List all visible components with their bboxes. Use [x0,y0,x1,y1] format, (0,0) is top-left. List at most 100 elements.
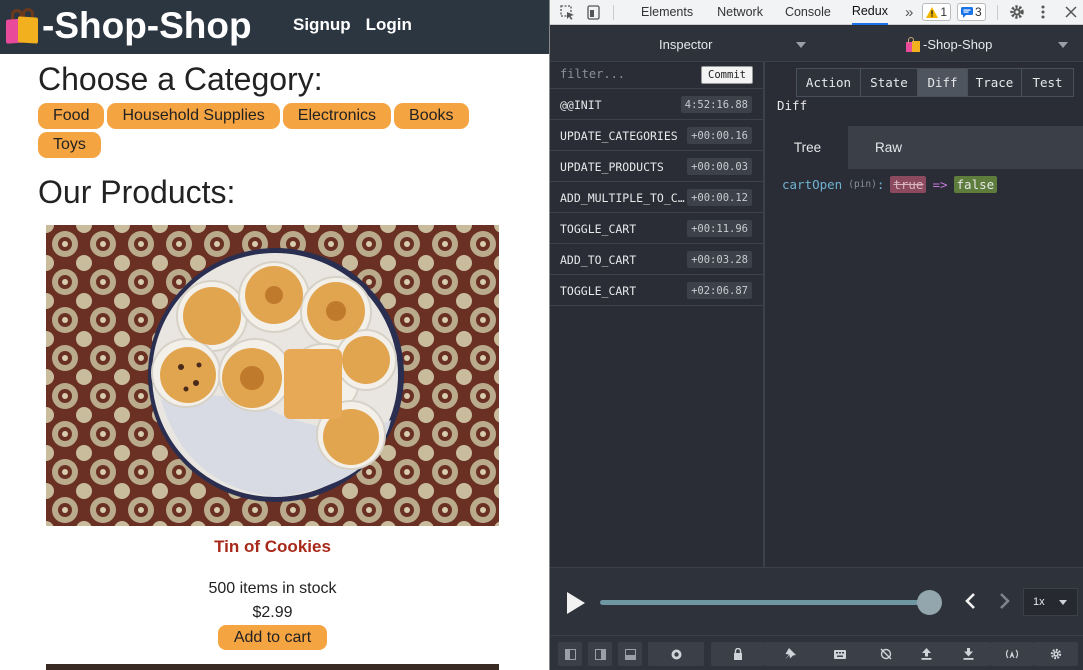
close-devtools-icon[interactable] [1063,4,1079,20]
action-name: ADD_TO_CART [560,253,637,267]
inspect-element-icon[interactable] [559,4,575,20]
pin-icon[interactable] [764,642,817,666]
tab-console[interactable]: Console [785,0,831,25]
diff-row: cartOpen (pin) : true => false [782,176,998,193]
view-tabs: Tree Raw [767,126,1083,169]
monitor-tabs: Action State Diff Trace Test [796,68,1074,97]
tab-raw[interactable]: Raw [848,126,929,169]
category-button-food[interactable]: Food [38,103,105,129]
action-time: +00:00.03 [687,158,752,175]
tab-state[interactable]: State [861,69,918,96]
diff-old-value: true [890,176,927,193]
login-link[interactable]: Login [366,15,412,35]
product-name-link[interactable]: Tin of Cookies [46,537,499,557]
kebab-menu-icon[interactable] [1035,4,1051,20]
action-name: UPDATE_PRODUCTS [560,160,664,174]
action-name: ADD_MULTIPLE_TO_CART [560,191,688,205]
warnings-count: 1 [940,5,947,19]
category-button-electronics[interactable]: Electronics [282,103,392,129]
action-item[interactable]: @@INIT 4:52:16.88 [550,89,763,120]
tab-tree[interactable]: Tree [767,126,848,169]
record-icon[interactable] [648,642,704,666]
instance-chevron-down-icon[interactable] [1058,42,1068,48]
timeline-slider[interactable] [600,600,933,605]
action-name: TOGGLE_CART [560,222,637,236]
monitor-title: Diff [777,98,808,113]
action-item[interactable]: UPDATE_CATEGORIES +00:00.16 [550,120,763,151]
device-toolbar-icon[interactable] [585,4,601,20]
filter-row: filter... Commit [550,62,763,89]
shopping-bags-icon [4,7,40,45]
speed-select[interactable]: 1x [1023,588,1078,616]
next-chevron-icon[interactable] [998,592,1012,616]
speed-value: 1x [1033,596,1045,608]
slider-bar: 1x [550,567,1083,635]
site-nav: Signup Login [293,15,412,35]
site-logo[interactable]: -Shop-Shop [4,5,252,47]
category-heading: Choose a Category: [38,61,323,97]
site-title[interactable]: -Shop-Shop [42,5,252,47]
shopping-bags-icon [905,37,921,52]
tab-redux[interactable]: Redux [851,0,888,25]
previous-chevron-icon[interactable] [963,592,977,616]
settings-gear-icon[interactable] [1034,642,1078,666]
category-list: Food Household Supplies Electronics Book… [38,103,498,158]
action-time: +00:00.16 [687,127,752,144]
message-icon [961,6,973,18]
action-item[interactable]: TOGGLE_CART +00:11.96 [550,213,763,244]
category-button-household-supplies[interactable]: Household Supplies [107,103,280,129]
slider-handle[interactable] [917,590,942,615]
action-item[interactable]: TOGGLE_CART +02:06.87 [550,275,763,306]
messages-badge[interactable]: 3 [957,3,986,21]
bottom-monitor-icon[interactable] [618,642,642,666]
instance-select[interactable]: -Shop-Shop [905,37,992,52]
action-time: +00:11.96 [687,220,752,237]
warning-icon [926,6,939,18]
filter-input[interactable]: filter... [560,67,625,81]
action-list: filter... Commit @@INIT 4:52:16.88 UPDAT… [550,62,765,567]
action-item[interactable]: UPDATE_PRODUCTS +00:00.03 [550,151,763,182]
action-item[interactable]: ADD_TO_CART +00:03.28 [550,244,763,275]
add-to-cart-button[interactable]: Add to cart [218,625,327,650]
next-product-image[interactable] [46,664,499,670]
tab-test[interactable]: Test [1022,69,1073,96]
warnings-badge[interactable]: 1 [922,3,951,21]
left-monitor-icon[interactable] [558,642,582,666]
play-icon[interactable] [567,592,585,614]
action-time: 4:52:16.88 [680,96,752,113]
action-name: UPDATE_CATEGORIES [560,129,678,143]
product-price: $2.99 [252,604,293,621]
upload-icon[interactable] [904,642,948,666]
bottom-toolbar [550,635,1083,670]
diff-colon: : [876,177,885,192]
action-item[interactable]: ADD_MULTIPLE_TO_CART +00:00.12 [550,182,763,213]
signup-link[interactable]: Signup [293,15,351,35]
commit-button[interactable]: Commit [701,66,753,84]
diff-key[interactable]: cartOpen [782,177,842,192]
instance-select-label: -Shop-Shop [923,37,993,52]
tab-action[interactable]: Action [797,69,861,96]
tab-trace[interactable]: Trace [968,69,1022,96]
product-image[interactable] [46,225,499,526]
category-button-toys[interactable]: Toys [38,132,101,158]
more-tabs-chevron-icon[interactable]: » [905,0,913,25]
action-name: @@INIT [560,98,602,112]
inspector-chevron-down-icon[interactable] [796,42,806,48]
products-heading: Our Products: [38,174,236,210]
right-monitor-icon[interactable] [588,642,612,666]
tab-network[interactable]: Network [717,0,763,25]
devtools-tabbar: Elements Network Console Redux » 1 3 [550,0,1083,25]
monitor-pane: Action State Diff Trace Test Diff Tree R… [767,62,1083,567]
settings-gear-icon[interactable] [1009,4,1025,20]
product-stock: 500 items in stock [208,580,337,597]
action-name: TOGGLE_CART [560,284,637,298]
tab-elements[interactable]: Elements [641,0,693,25]
download-icon[interactable] [946,642,990,666]
category-button-books[interactable]: Books [394,103,469,129]
lock-icon[interactable] [711,642,764,666]
diff-arrow: => [932,177,948,192]
remote-icon[interactable] [990,642,1034,666]
tab-diff[interactable]: Diff [918,69,968,96]
inspector-select-label[interactable]: Inspector [659,37,712,52]
pin-link[interactable]: (pin) [848,179,877,190]
